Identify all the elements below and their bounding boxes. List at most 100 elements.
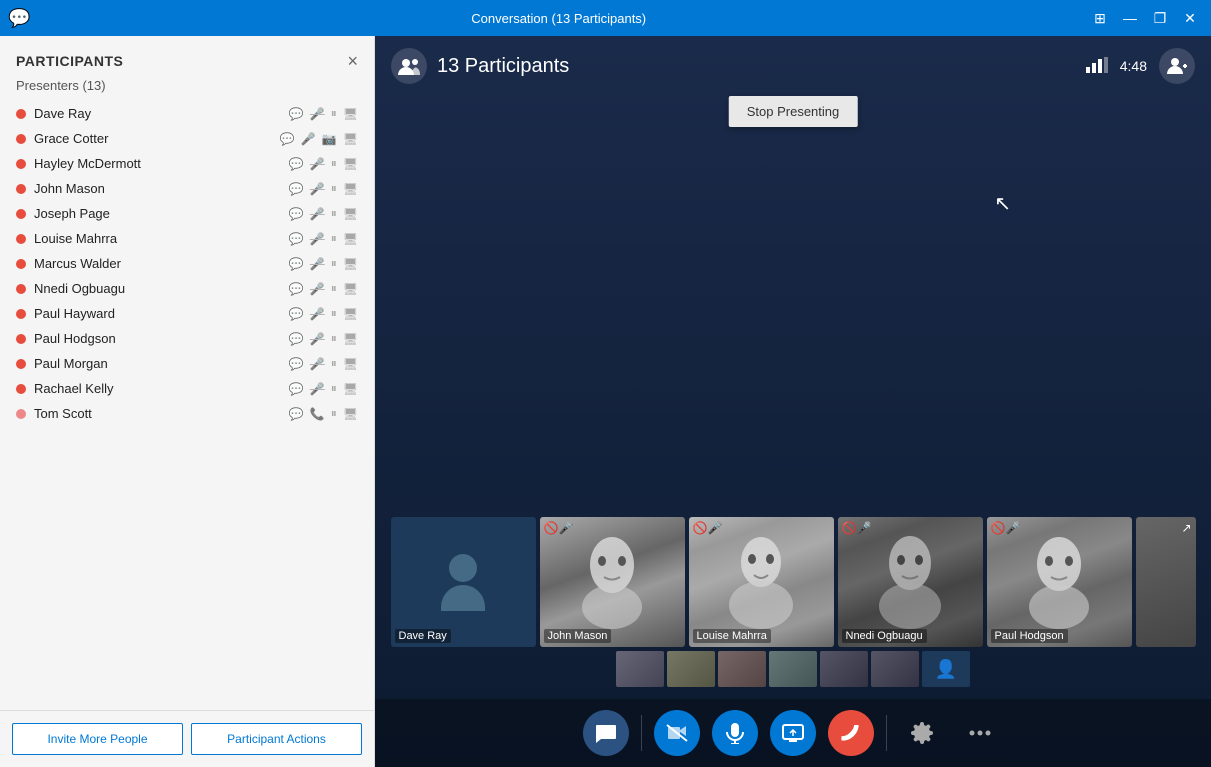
list-item[interactable]: Joseph Page 💬 🎤 ⏸ 🖥: [8, 201, 366, 226]
end-call-button[interactable]: [828, 710, 874, 756]
thumb-tile[interactable]: [616, 651, 664, 687]
thumbnail-row: 👤: [383, 651, 1203, 687]
sidebar-header: PARTICIPANTS ×: [0, 36, 374, 78]
list-item[interactable]: Rachael Kelly 💬 🎤 ⏸ 🖥: [8, 376, 366, 401]
list-item[interactable]: Paul Morgan 💬 🎤 ⏸ 🖥: [8, 351, 366, 376]
screen-icon: 🖥: [343, 232, 358, 246]
pause-icon: ⏸: [331, 156, 337, 171]
pause-icon: ⏸: [331, 281, 337, 296]
video-toggle-button[interactable]: [654, 710, 700, 756]
list-item[interactable]: Paul Hayward 💬 🎤 ⏸ 🖥: [8, 301, 366, 326]
stop-presenting-button[interactable]: Stop Presenting: [729, 96, 858, 127]
bottom-controls: [375, 699, 1211, 767]
participant-icons: 💬 🎤 ⏸ 🖥: [289, 381, 358, 396]
participant-name: Paul Hodgson: [34, 331, 289, 346]
presenters-label: Presenters (13): [0, 78, 374, 101]
video-tile[interactable]: 🚫🎤 Louise Mahrra: [689, 517, 834, 647]
list-item[interactable]: Louise Mahrra 💬 🎤 ⏸ 🖥: [8, 226, 366, 251]
more-options-button[interactable]: [957, 710, 1003, 756]
invite-more-button[interactable]: Invite More People: [12, 723, 183, 755]
screen-share-button[interactable]: [770, 710, 816, 756]
thumb-tile[interactable]: [718, 651, 766, 687]
thumb-tile[interactable]: [871, 651, 919, 687]
window-title: Conversation (13 Participants): [471, 11, 646, 26]
tile-name: Nnedi Ogbuagu: [842, 629, 927, 643]
list-item[interactable]: Hayley McDermott 💬 🎤 ⏸ 🖥: [8, 151, 366, 176]
pause-icon: ⏸: [331, 206, 337, 221]
chat-icon: 💬: [289, 207, 304, 221]
thumb-tile[interactable]: 👤: [922, 651, 970, 687]
list-item[interactable]: Dave Ray 💬 🎤 ⏸ 🖥: [8, 101, 366, 126]
chat-icon: 💬: [289, 232, 304, 246]
toolbar-right: 4:48: [1086, 48, 1195, 84]
participant-name: Grace Cotter: [34, 131, 280, 146]
thumb-tile[interactable]: [820, 651, 868, 687]
add-participant-button[interactable]: [1159, 48, 1195, 84]
chat-icon: 💬: [289, 107, 304, 121]
screen-icon: 🖥: [343, 207, 358, 221]
chat-icon: 💬: [289, 307, 304, 321]
minimize-button[interactable]: —: [1117, 5, 1143, 31]
thumb-tile[interactable]: [769, 651, 817, 687]
signal-icon: [1086, 57, 1108, 76]
participant-name: Paul Hayward: [34, 306, 289, 321]
video-tile[interactable]: 🚫🎤 John Mason: [540, 517, 685, 647]
status-dot: [16, 284, 26, 294]
chat-icon: 💬: [289, 182, 304, 196]
mic-icon: 🎤: [310, 357, 325, 371]
tile-placeholder: [391, 517, 536, 647]
participant-name: Joseph Page: [34, 206, 289, 221]
list-item[interactable]: Grace Cotter 💬 🎤 📷 🖥: [8, 126, 366, 151]
screen-icon: 🖥: [343, 357, 358, 371]
settings-button[interactable]: [899, 710, 945, 756]
camera-icon: 📷: [322, 132, 337, 146]
muted-icon: 🚫🎤: [842, 521, 872, 535]
status-dot: [16, 359, 26, 369]
pause-icon: ⏸: [331, 406, 337, 421]
participants-count: 13 Participants: [437, 55, 569, 78]
status-dot: [16, 134, 26, 144]
status-dot: [16, 109, 26, 119]
list-item[interactable]: Tom Scott 💬 📞 ⏸ 🖥: [8, 401, 366, 426]
screen-icon: 🖥: [343, 182, 358, 196]
mic-icon: 🎤: [310, 207, 325, 221]
participant-icons: 💬 🎤 ⏸ 🖥: [289, 206, 358, 221]
chat-icon: 💬: [289, 257, 304, 271]
participant-name: Dave Ray: [34, 106, 289, 121]
participant-icons: 💬 📞 ⏸ 🖥: [289, 406, 358, 421]
thumb-tile[interactable]: [667, 651, 715, 687]
titlebar-title: Conversation (13 Participants): [30, 11, 1087, 26]
mic-icon: 🎤: [310, 257, 325, 271]
video-tile[interactable]: 🚫🎤 Nnedi Ogbuagu: [838, 517, 983, 647]
close-sidebar-button[interactable]: ×: [347, 52, 358, 70]
chat-icon: 💬: [289, 382, 304, 396]
tile-name: Louise Mahrra: [693, 629, 771, 643]
video-area: 13 Participants 4:48: [375, 36, 1211, 767]
titlebar-controls: ⊞ — ❐ ✕: [1087, 5, 1203, 31]
mic-button[interactable]: [712, 710, 758, 756]
list-item[interactable]: John Mason 💬 🎤 ⏸ 🖥: [8, 176, 366, 201]
participant-name: Tom Scott: [34, 406, 289, 421]
main-container: PARTICIPANTS × Presenters (13) Dave Ray …: [0, 36, 1211, 767]
snap-button[interactable]: ⊞: [1087, 5, 1113, 31]
video-tile[interactable]: ↗: [1136, 517, 1196, 647]
chat-button[interactable]: [583, 710, 629, 756]
restore-button[interactable]: ❐: [1147, 5, 1173, 31]
list-item[interactable]: Marcus Walder 💬 🎤 ⏸ 🖥: [8, 251, 366, 276]
participant-icons: 💬 🎤 ⏸ 🖥: [289, 181, 358, 196]
app-icon: 💬: [8, 8, 30, 29]
close-button[interactable]: ✕: [1177, 5, 1203, 31]
chat-icon: 💬: [289, 282, 304, 296]
video-tile[interactable]: Dave Ray: [391, 517, 536, 647]
participants-group-icon: [391, 48, 427, 84]
video-tile[interactable]: 🚫🎤 Paul Hodgson: [987, 517, 1132, 647]
list-item[interactable]: Nnedi Ogbuagu 💬 🎤 ⏸ 🖥: [8, 276, 366, 301]
participant-icons: 💬 🎤 ⏸ 🖥: [289, 306, 358, 321]
screen-icon: 🖥: [343, 132, 358, 146]
pause-icon: ⏸: [331, 331, 337, 346]
list-item[interactable]: Paul Hodgson 💬 🎤 ⏸ 🖥: [8, 326, 366, 351]
mic-icon: 🎤: [310, 107, 325, 121]
mic-icon: 🎤: [310, 282, 325, 296]
participant-actions-button[interactable]: Participant Actions: [191, 723, 362, 755]
status-dot: [16, 334, 26, 344]
